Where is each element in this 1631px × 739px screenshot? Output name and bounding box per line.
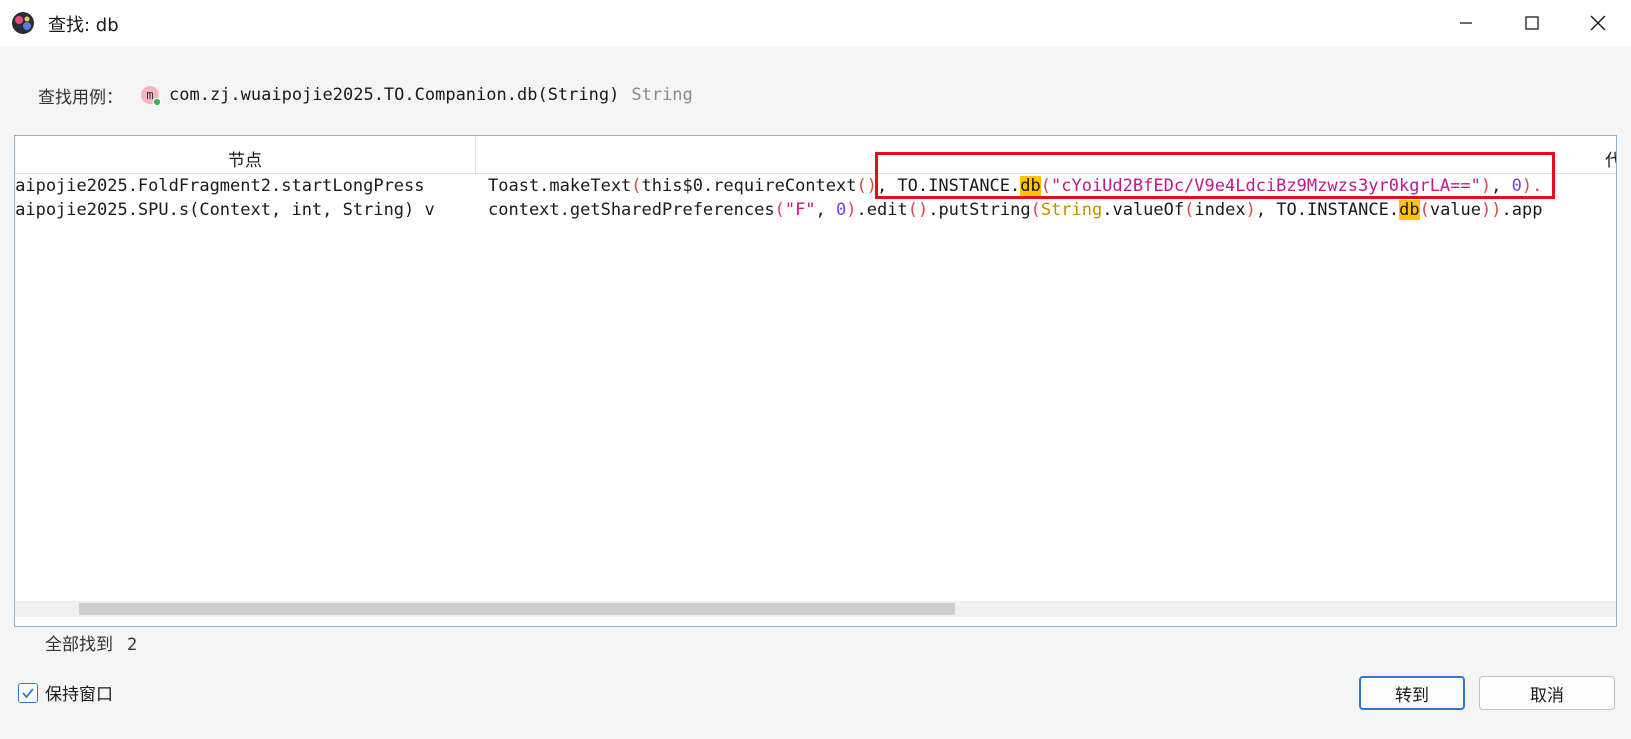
annotation-box bbox=[875, 152, 1555, 199]
keep-window-label: 保持窗口 bbox=[45, 685, 113, 705]
method-return-type: String bbox=[631, 85, 693, 105]
results-table[interactable]: 节点 代 com.zj.wuaipojie2025.FoldFragment2.… bbox=[14, 135, 1617, 627]
cancel-button[interactable]: 取消 bbox=[1479, 676, 1615, 710]
maximize-button[interactable] bbox=[1499, 0, 1565, 46]
maximize-icon bbox=[1525, 16, 1539, 30]
window-title: 查找: db bbox=[48, 15, 119, 36]
table-row[interactable]: com.zj.wuaipojie2025.SPU.s(Context, int,… bbox=[15, 200, 1616, 224]
found-count: 2 bbox=[127, 635, 138, 655]
close-button[interactable] bbox=[1565, 0, 1631, 46]
minimize-button[interactable] bbox=[1433, 0, 1499, 46]
close-icon bbox=[1590, 15, 1606, 31]
method-signature: com.zj.wuaipojie2025.TO.Companion.db(Str… bbox=[169, 85, 620, 105]
keep-window-checkbox[interactable]: 保持窗口 bbox=[18, 680, 113, 705]
row-code: context.getSharedPreferences("F", 0).edi… bbox=[488, 200, 1543, 220]
usage-label: 查找用例： bbox=[38, 87, 123, 108]
match-highlight: db bbox=[1399, 200, 1420, 220]
svg-text:m: m bbox=[146, 88, 153, 102]
method-icon: m bbox=[139, 84, 162, 107]
found-summary: 全部找到 2 bbox=[45, 630, 137, 655]
column-header-code[interactable]: 代 bbox=[1605, 136, 1616, 174]
app-icon bbox=[12, 12, 34, 34]
row-node: com.zj.wuaipojie2025.SPU.s(Context, int,… bbox=[15, 200, 435, 220]
go-button[interactable]: 转到 bbox=[1359, 676, 1465, 710]
horizontal-scrollbar[interactable] bbox=[15, 601, 1616, 617]
checkmark-icon bbox=[22, 687, 34, 698]
checkbox[interactable] bbox=[18, 682, 38, 703]
title-bar: 查找: db bbox=[0, 0, 1631, 46]
row-node: com.zj.wuaipojie2025.FoldFragment2.start… bbox=[15, 176, 425, 196]
usage-row: 查找用例： m com.zj.wuaipojie2025.TO.Companio… bbox=[38, 80, 693, 110]
column-header-node[interactable]: 节点 bbox=[15, 136, 476, 174]
scrollbar-thumb[interactable] bbox=[79, 603, 955, 615]
minimize-icon bbox=[1460, 22, 1472, 24]
found-label: 全部找到 bbox=[45, 635, 113, 655]
